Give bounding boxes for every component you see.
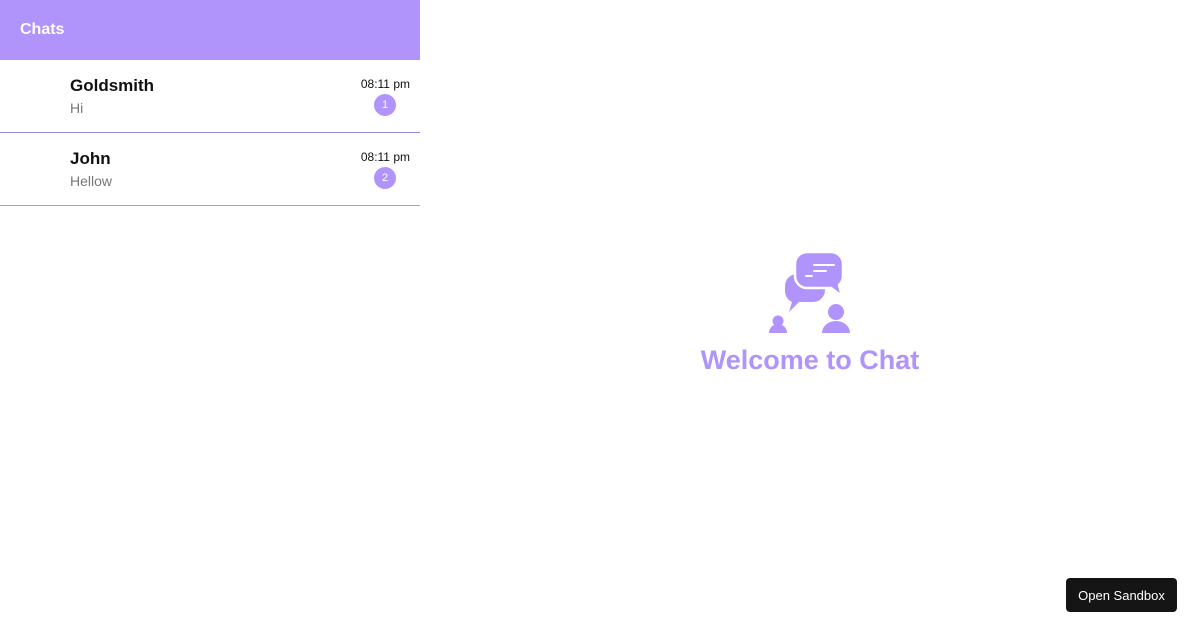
unread-badge: 2 — [374, 167, 396, 189]
chat-time: 08:11 pm — [360, 77, 410, 91]
chat-bubbles-people-icon — [769, 252, 850, 333]
sidebar-header: Chats — [0, 0, 420, 60]
open-sandbox-button[interactable]: Open Sandbox — [1066, 578, 1177, 612]
welcome-panel: Welcome to Chat — [420, 0, 1200, 630]
chat-last-message: Hi — [70, 100, 84, 116]
chat-name: Goldsmith — [70, 76, 155, 95]
chat-app: Chats Goldsmith Hi 08:11 pm 1 John Hello… — [0, 0, 1200, 630]
chat-name: John — [70, 149, 111, 168]
welcome-title: Welcome to Chat — [700, 345, 920, 375]
unread-badge: 1 — [374, 94, 396, 116]
chat-last-message: Hellow — [70, 173, 113, 189]
chat-item-john[interactable]: John Hellow 08:11 pm 2 — [0, 133, 420, 206]
chat-item-goldsmith[interactable]: Goldsmith Hi 08:11 pm 1 — [0, 60, 420, 133]
chat-sidebar: Chats Goldsmith Hi 08:11 pm 1 John Hello… — [0, 0, 420, 630]
sidebar-title: Chats — [20, 21, 65, 38]
chat-time: 08:11 pm — [360, 150, 410, 164]
